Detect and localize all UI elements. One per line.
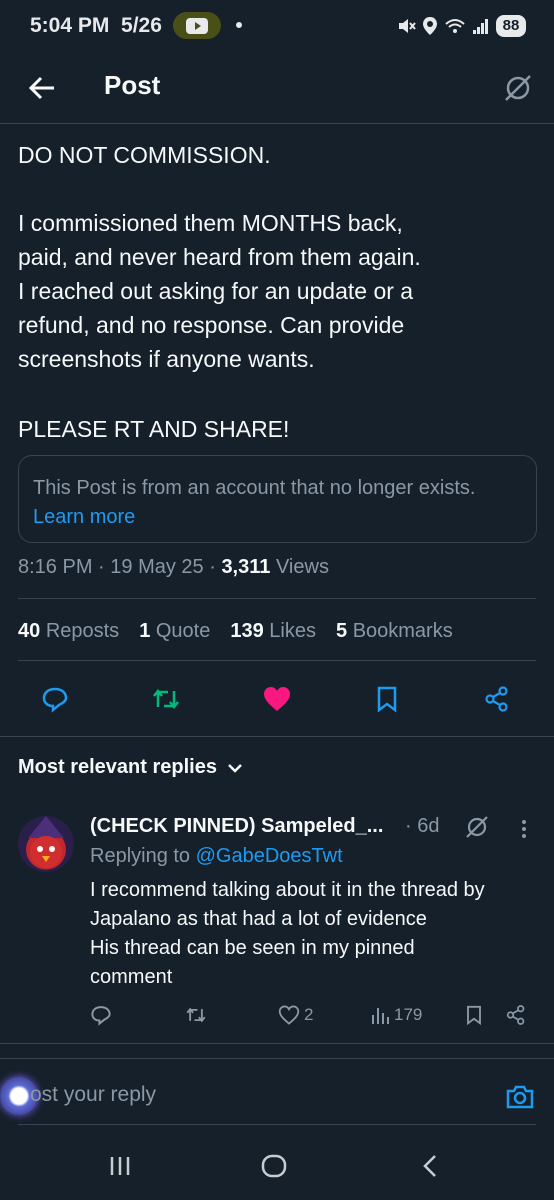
more-vertical-icon <box>522 820 526 838</box>
reply-author-name[interactable]: (CHECK PINNED) Sampeled_... <box>90 815 383 838</box>
share-button[interactable] <box>472 674 522 724</box>
divider <box>18 660 536 661</box>
mute-icon <box>399 19 416 33</box>
reply-text-line: His thread can be seen in my pinned <box>90 937 415 959</box>
status-time: 5:04 PM 5/26 <box>30 14 162 37</box>
wifi-icon <box>445 19 465 33</box>
compose-bar: ost your reply <box>0 1058 554 1130</box>
like-button[interactable] <box>252 674 302 724</box>
replies-sort-label: Most relevant replies <box>18 756 217 778</box>
post-text-line: refund, and no response. Can provide <box>18 312 405 338</box>
grok-icon <box>466 816 488 838</box>
reply-share-button[interactable] <box>505 1000 527 1030</box>
repost-button[interactable] <box>141 674 191 724</box>
reply-button[interactable] <box>30 674 80 724</box>
reply-text-line: comment <box>90 966 173 988</box>
reply-body: I recommend talking about it in the thre… <box>90 876 540 992</box>
reply-grok-button[interactable] <box>462 812 492 842</box>
post-meta: 8:16 PM · 19 May 25 · 3,311 Views <box>18 556 329 578</box>
reply-views-count: 179 <box>394 1005 423 1024</box>
replying-handle-link[interactable]: @GabeDoesTwt <box>196 845 343 867</box>
post-stats: 40 Reposts 1 Quote 139 Likes 5 Bookmarks <box>18 620 453 643</box>
heart-icon <box>278 1005 300 1025</box>
post-time: 8:16 PM <box>18 556 93 578</box>
notice-text: This Post is from an account that no lon… <box>33 477 476 499</box>
divider <box>18 598 536 599</box>
back-arrow-icon <box>28 76 54 100</box>
bookmark-button[interactable] <box>362 674 412 724</box>
share-icon <box>506 1005 525 1025</box>
home-button[interactable] <box>254 1150 294 1182</box>
app-header: Post <box>0 52 554 124</box>
reply-input[interactable]: ost your reply <box>30 1083 156 1107</box>
status-icons: 88 <box>396 12 526 40</box>
notification-dot-icon <box>236 22 242 28</box>
avatar[interactable] <box>18 816 74 872</box>
post-text-line: I commissioned them MONTHS back, <box>18 210 403 236</box>
post-date: 19 May 25 <box>110 556 204 578</box>
reply-icon <box>91 1006 111 1026</box>
system-back-button[interactable] <box>410 1150 450 1182</box>
reply-like-count: 2 <box>304 1005 314 1024</box>
replies-sort-dropdown[interactable]: Most relevant replies <box>18 756 243 779</box>
signal-icon <box>473 19 488 34</box>
reply-repost-button[interactable] <box>185 1000 207 1030</box>
reply-more-button[interactable] <box>512 814 536 844</box>
post-text-line: screenshots if anyone wants. <box>18 346 315 372</box>
page-title: Post <box>104 70 161 100</box>
post-text-line: DO NOT COMMISSION. <box>18 142 271 168</box>
location-icon <box>423 17 437 35</box>
recent-apps-button[interactable] <box>100 1150 140 1182</box>
likes-stat[interactable]: 139 Likes <box>230 620 316 643</box>
reposts-stat[interactable]: 40 Reposts <box>18 620 119 643</box>
chevron-down-icon <box>228 763 242 773</box>
deleted-account-notice: This Post is from an account that no lon… <box>18 455 537 543</box>
views-count: 3,311 <box>221 556 271 578</box>
reply-actions: 2 179 <box>80 1000 540 1030</box>
reply-reply-button[interactable] <box>90 1000 112 1030</box>
replying-to: Replying to @GabeDoesTwt <box>90 845 343 867</box>
learn-more-link[interactable]: Learn more <box>33 506 135 528</box>
bookmark-icon <box>377 686 397 713</box>
repost-icon <box>153 688 179 710</box>
heart-filled-icon <box>264 687 290 711</box>
divider <box>0 736 554 737</box>
grok-icon <box>505 75 531 101</box>
divider <box>0 1043 554 1044</box>
camera-button[interactable] <box>500 1079 540 1115</box>
reply-text-line: Japalano as that had a lot of evidence <box>90 908 427 930</box>
battery-indicator: 88 <box>496 15 526 37</box>
reply-text-line: I recommend talking about it in the thre… <box>90 879 485 901</box>
reply-time: · 6d <box>405 815 440 837</box>
status-bar: 5:04 PM 5/26 88 <box>0 0 554 52</box>
reply-like-button[interactable]: 2 <box>278 1000 313 1030</box>
system-nav-bar <box>0 1130 554 1200</box>
reply-bookmark-button[interactable] <box>465 1000 483 1030</box>
views-chart-icon <box>372 1008 389 1024</box>
compose-underline <box>18 1124 536 1125</box>
grok-button[interactable] <box>498 68 538 108</box>
post-text-line: PLEASE RT AND SHARE! <box>18 416 290 442</box>
share-icon <box>485 686 508 712</box>
views-label: Views <box>275 556 329 578</box>
repost-icon <box>186 1007 206 1023</box>
bookmarks-stat[interactable]: 5 Bookmarks <box>336 620 453 643</box>
back-button[interactable] <box>22 68 62 108</box>
chevron-left-icon <box>423 1155 436 1177</box>
recent-apps-icon <box>110 1157 130 1175</box>
bookmark-icon <box>467 1005 481 1026</box>
camera-icon <box>506 1085 534 1109</box>
home-icon <box>261 1154 287 1178</box>
post-text-line: I reached out asking for an update or a <box>18 278 414 304</box>
youtube-notification-icon <box>173 12 221 39</box>
post-text-line: paid, and never heard from them again. <box>18 244 421 270</box>
reply-views-button[interactable]: 179 <box>370 1000 422 1030</box>
post-actions <box>0 674 554 724</box>
quotes-stat[interactable]: 1 Quote <box>139 620 210 643</box>
reply-icon <box>42 687 68 713</box>
